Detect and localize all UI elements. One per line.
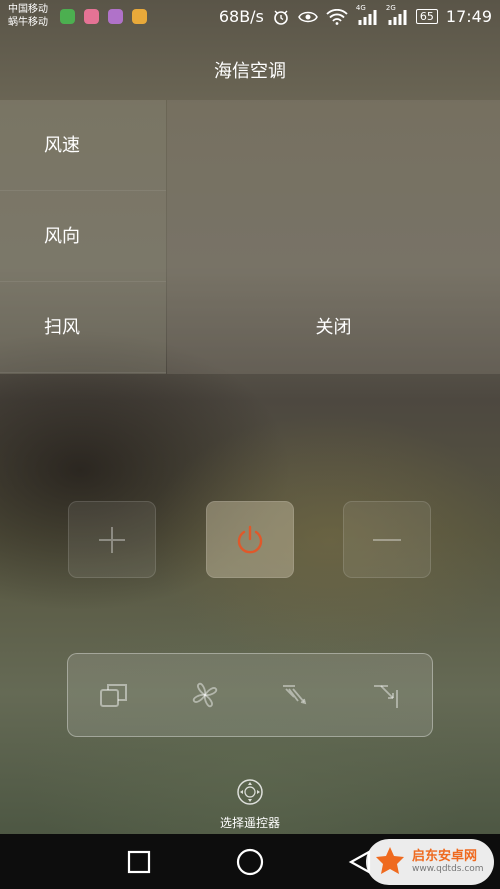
carrier-info: 中国移动 蜗牛移动 xyxy=(8,3,48,29)
signal-2g-tag: 2G xyxy=(385,3,396,12)
watermark-logo-icon xyxy=(376,847,404,874)
direction-mode-button[interactable] xyxy=(357,665,417,725)
select-remote-label: 选择遥控器 xyxy=(219,816,280,830)
swing-icon xyxy=(282,685,306,705)
gallery-app-icon xyxy=(108,9,123,24)
square-icon xyxy=(127,850,151,873)
fan-icon xyxy=(192,682,217,708)
alarm-icon xyxy=(274,10,288,25)
battery-indicator: 65 xyxy=(415,9,438,24)
signal-4g-tag: 4G xyxy=(355,3,366,12)
plus-icon xyxy=(99,526,125,553)
plus-button[interactable] xyxy=(68,501,156,578)
home-button[interactable] xyxy=(210,834,290,889)
mode-bar xyxy=(67,653,433,737)
settings-value-area[interactable]: 关闭 xyxy=(167,100,500,374)
wifi-icon xyxy=(326,8,348,25)
menu-item-wind-direction[interactable]: 风向 xyxy=(0,191,166,282)
recent-apps-button[interactable] xyxy=(99,834,179,889)
fan-mode-button[interactable] xyxy=(175,665,235,725)
minus-button[interactable] xyxy=(343,501,431,578)
power-button[interactable] xyxy=(206,501,294,578)
page-title: 海信空调 xyxy=(214,61,286,82)
navigation-bar: 启东安卓网 www.qdtds.com xyxy=(0,834,500,889)
signal-4g-icon: 4G xyxy=(356,4,378,26)
app-notification-icon xyxy=(60,9,75,24)
menu-item-swing[interactable]: 扫风 xyxy=(0,282,166,373)
status-bar: 中国移动 蜗牛移动 68B/s 4G 2G 65 17:49 xyxy=(0,0,500,34)
settings-panel: 风速 风向 扫风 关闭 xyxy=(0,100,500,374)
watermark-name: 启东安卓网 xyxy=(412,849,478,864)
circle-icon xyxy=(236,848,264,875)
watermark: 启东安卓网 www.qdtds.com xyxy=(366,839,494,885)
swing-value: 关闭 xyxy=(315,317,352,338)
window-mode-icon xyxy=(99,684,127,707)
network-speed: 68B/s xyxy=(218,7,264,26)
minus-icon xyxy=(373,538,401,541)
watermark-url: www.qdtds.com xyxy=(412,864,484,874)
direction-icon xyxy=(373,685,398,708)
carrier-name-1: 中国移动 xyxy=(8,4,48,15)
clock: 17:49 xyxy=(445,7,492,26)
menu-item-fan-speed[interactable]: 风速 xyxy=(0,100,166,191)
signal-2g-icon: 2G xyxy=(386,4,408,26)
health-app-icon xyxy=(84,9,99,24)
remote-dpad-icon xyxy=(237,779,263,805)
select-remote[interactable]: 选择遥控器 xyxy=(0,778,500,831)
status-right: 68B/s 4G 2G 65 17:49 xyxy=(218,4,492,27)
notification-icons xyxy=(60,9,147,24)
window-mode-button[interactable] xyxy=(84,665,144,725)
chat-app-icon xyxy=(132,9,147,24)
swing-mode-button[interactable] xyxy=(266,665,326,725)
power-icon xyxy=(237,525,263,553)
eye-comfort-icon xyxy=(298,11,318,22)
carrier-name-2: 蜗牛移动 xyxy=(8,17,48,28)
settings-menu: 风速 风向 扫风 xyxy=(0,100,166,374)
